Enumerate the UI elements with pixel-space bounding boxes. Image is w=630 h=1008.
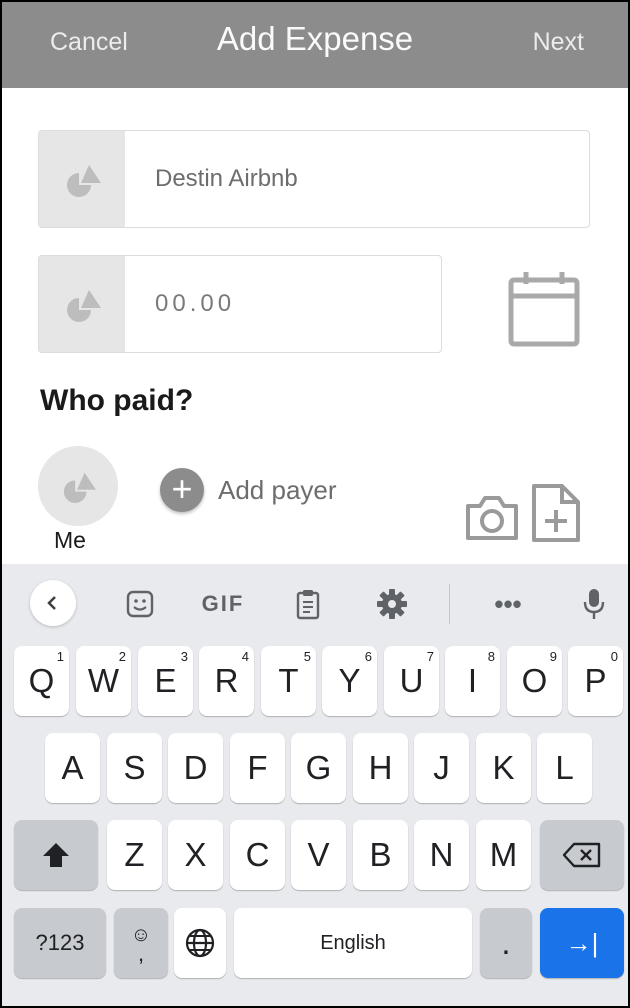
key-label: O [521, 662, 548, 699]
screen: Cancel Add Expense Next Destin Airbnb 00… [0, 0, 630, 1008]
payer-avatar[interactable] [38, 446, 118, 526]
enter-key[interactable]: →| [540, 908, 624, 978]
backspace-icon [562, 842, 601, 868]
key-r[interactable]: R4 [199, 646, 254, 716]
sticker-icon[interactable] [120, 582, 160, 626]
emoji-key[interactable]: ☺ , [114, 908, 168, 978]
key-y[interactable]: Y6 [322, 646, 377, 716]
key-hint: 3 [180, 649, 188, 664]
key-m[interactable]: M [476, 820, 531, 890]
key-t[interactable]: T5 [261, 646, 316, 716]
shapes-icon [67, 290, 101, 322]
toolbar-divider [449, 584, 450, 624]
globe-icon [185, 928, 215, 958]
key-hint: 2 [118, 649, 126, 664]
key-h[interactable]: H [353, 733, 408, 803]
key-label: I [467, 662, 478, 699]
app-header: Cancel Add Expense Next [2, 2, 628, 88]
key-label: W [87, 662, 120, 699]
gear-icon[interactable] [370, 582, 414, 626]
key-g[interactable]: G [291, 733, 346, 803]
amount-field[interactable]: 00.00 [38, 255, 442, 353]
key-b[interactable]: B [353, 820, 408, 890]
key-d[interactable]: D [168, 733, 223, 803]
key-label: U [399, 662, 424, 699]
payer-name: Me [54, 527, 86, 553]
key-hint: 9 [549, 649, 557, 664]
key-l[interactable]: L [537, 733, 592, 803]
key-label: T [278, 662, 299, 699]
key-z[interactable]: Z [107, 820, 162, 890]
key-a[interactable]: A [45, 733, 100, 803]
key-w[interactable]: W2 [76, 646, 131, 716]
key-p[interactable]: P0 [568, 646, 623, 716]
plus-icon: + [160, 468, 204, 512]
category-icon-button[interactable] [39, 131, 125, 227]
key-q[interactable]: Q1 [14, 646, 69, 716]
key-hint: 4 [241, 649, 249, 664]
key-hint: 6 [364, 649, 372, 664]
shapes-icon [67, 165, 101, 197]
next-button[interactable]: Next [533, 28, 584, 57]
key-x[interactable]: X [168, 820, 223, 890]
key-v[interactable]: V [291, 820, 346, 890]
shift-key[interactable] [14, 820, 98, 890]
key-j[interactable]: J [414, 733, 469, 803]
key-o[interactable]: O9 [507, 646, 562, 716]
more-options-button[interactable]: ••• [484, 582, 532, 626]
key-i[interactable]: I8 [445, 646, 500, 716]
clipboard-icon[interactable] [288, 582, 328, 626]
key-u[interactable]: U7 [384, 646, 439, 716]
key-hint: 8 [487, 649, 495, 664]
gif-button[interactable]: GIF [198, 582, 248, 626]
space-key[interactable]: English [234, 908, 472, 978]
calendar-icon[interactable] [508, 270, 580, 348]
key-label: E [154, 662, 177, 699]
key-f[interactable]: F [230, 733, 285, 803]
camera-icon[interactable] [464, 492, 520, 542]
key-label: Q [28, 662, 55, 699]
description-input[interactable]: Destin Airbnb [155, 131, 298, 227]
chevron-left-icon[interactable] [30, 580, 76, 626]
key-hint: 7 [426, 649, 434, 664]
key-n[interactable]: N [414, 820, 469, 890]
key-s[interactable]: S [107, 733, 162, 803]
key-c[interactable]: C [230, 820, 285, 890]
add-payer-label: Add payer [218, 474, 337, 505]
key-k[interactable]: K [476, 733, 531, 803]
key-e[interactable]: E3 [138, 646, 193, 716]
key-hint: 5 [303, 649, 311, 664]
keyboard: G I F ••• Q 1 W 2 E 3 R 4 T 5 Y 6 U 7 I 8 … [2, 564, 628, 1006]
globe-key[interactable] [174, 908, 226, 978]
who-paid-heading: Who paid? [40, 384, 194, 417]
key-label: R [214, 662, 239, 699]
period-key[interactable]: . [480, 908, 532, 978]
comma-label: , [137, 941, 145, 966]
keyboard-toolbar: GIF ••• [2, 564, 628, 642]
symbols-key[interactable]: ?123 [14, 908, 106, 978]
microphone-icon[interactable] [574, 582, 614, 626]
key-label: P [584, 662, 607, 699]
currency-icon-button[interactable] [39, 256, 125, 352]
backspace-key[interactable] [540, 820, 624, 890]
shapes-icon [63, 472, 96, 503]
key-label: Y [338, 662, 361, 699]
description-field[interactable]: Destin Airbnb [38, 130, 590, 228]
amount-input[interactable]: 00.00 [155, 256, 235, 352]
key-hint: 0 [610, 649, 618, 664]
key-hint: 1 [56, 649, 64, 664]
add-payer-button[interactable]: + Add payer [160, 468, 337, 512]
shift-icon [43, 843, 69, 867]
add-file-icon[interactable] [530, 482, 582, 544]
